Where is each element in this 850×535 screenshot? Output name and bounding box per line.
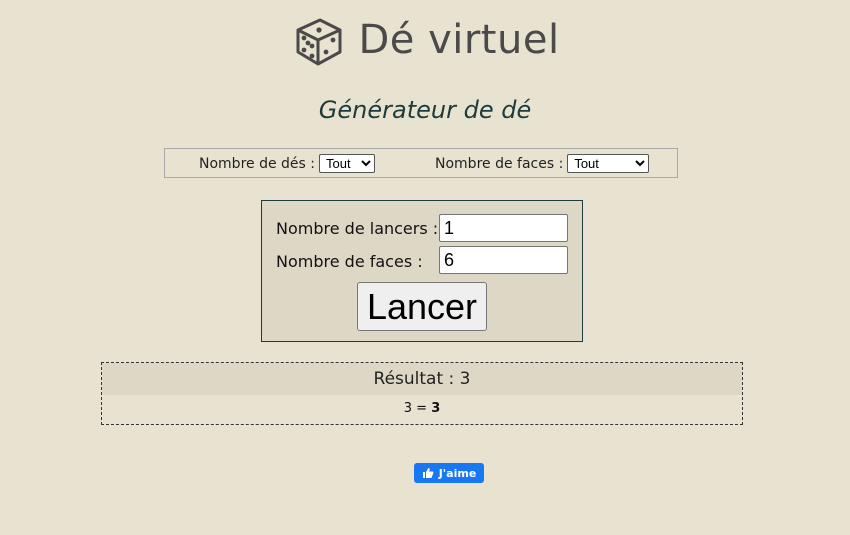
launch-button[interactable]: Lancer xyxy=(357,282,487,331)
page-subtitle: Générateur de dé xyxy=(318,96,532,124)
throws-input[interactable] xyxy=(439,214,568,242)
dice-count-filter: Nombre de dés : Tout xyxy=(199,154,375,173)
result-panel: Résultat : 3 3 = 3 xyxy=(101,362,743,425)
dice-count-label: Nombre de dés : xyxy=(199,155,315,172)
throws-label: Nombre de lancers : xyxy=(276,219,439,238)
result-expression: 3 = xyxy=(403,401,432,416)
result-title: Résultat : 3 xyxy=(102,363,742,395)
result-total: 3 xyxy=(431,401,441,416)
like-button[interactable]: J'aime xyxy=(414,463,484,483)
result-detail: 3 = 3 xyxy=(102,395,742,423)
dice-count-select[interactable]: Tout xyxy=(319,154,375,173)
faces-filter: Nombre de faces : Tout xyxy=(435,154,650,173)
dice-icon xyxy=(290,12,346,68)
faces-filter-select[interactable]: Tout xyxy=(567,154,650,173)
faces-input[interactable] xyxy=(439,246,568,274)
filter-bar: Nombre de dés : Tout Nombre de faces : T… xyxy=(164,148,678,178)
page: Dé virtuel Générateur de dé Nombre de dé… xyxy=(0,0,850,535)
roll-form: Nombre de lancers : Nombre de faces : La… xyxy=(261,200,583,342)
faces-filter-label: Nombre de faces : xyxy=(435,155,564,172)
like-label: J'aime xyxy=(438,466,477,480)
thumbs-up-icon xyxy=(422,467,434,479)
site-title: Dé virtuel xyxy=(358,17,560,63)
faces-label: Nombre de faces : xyxy=(276,252,423,271)
site-header: Dé virtuel xyxy=(0,12,850,68)
